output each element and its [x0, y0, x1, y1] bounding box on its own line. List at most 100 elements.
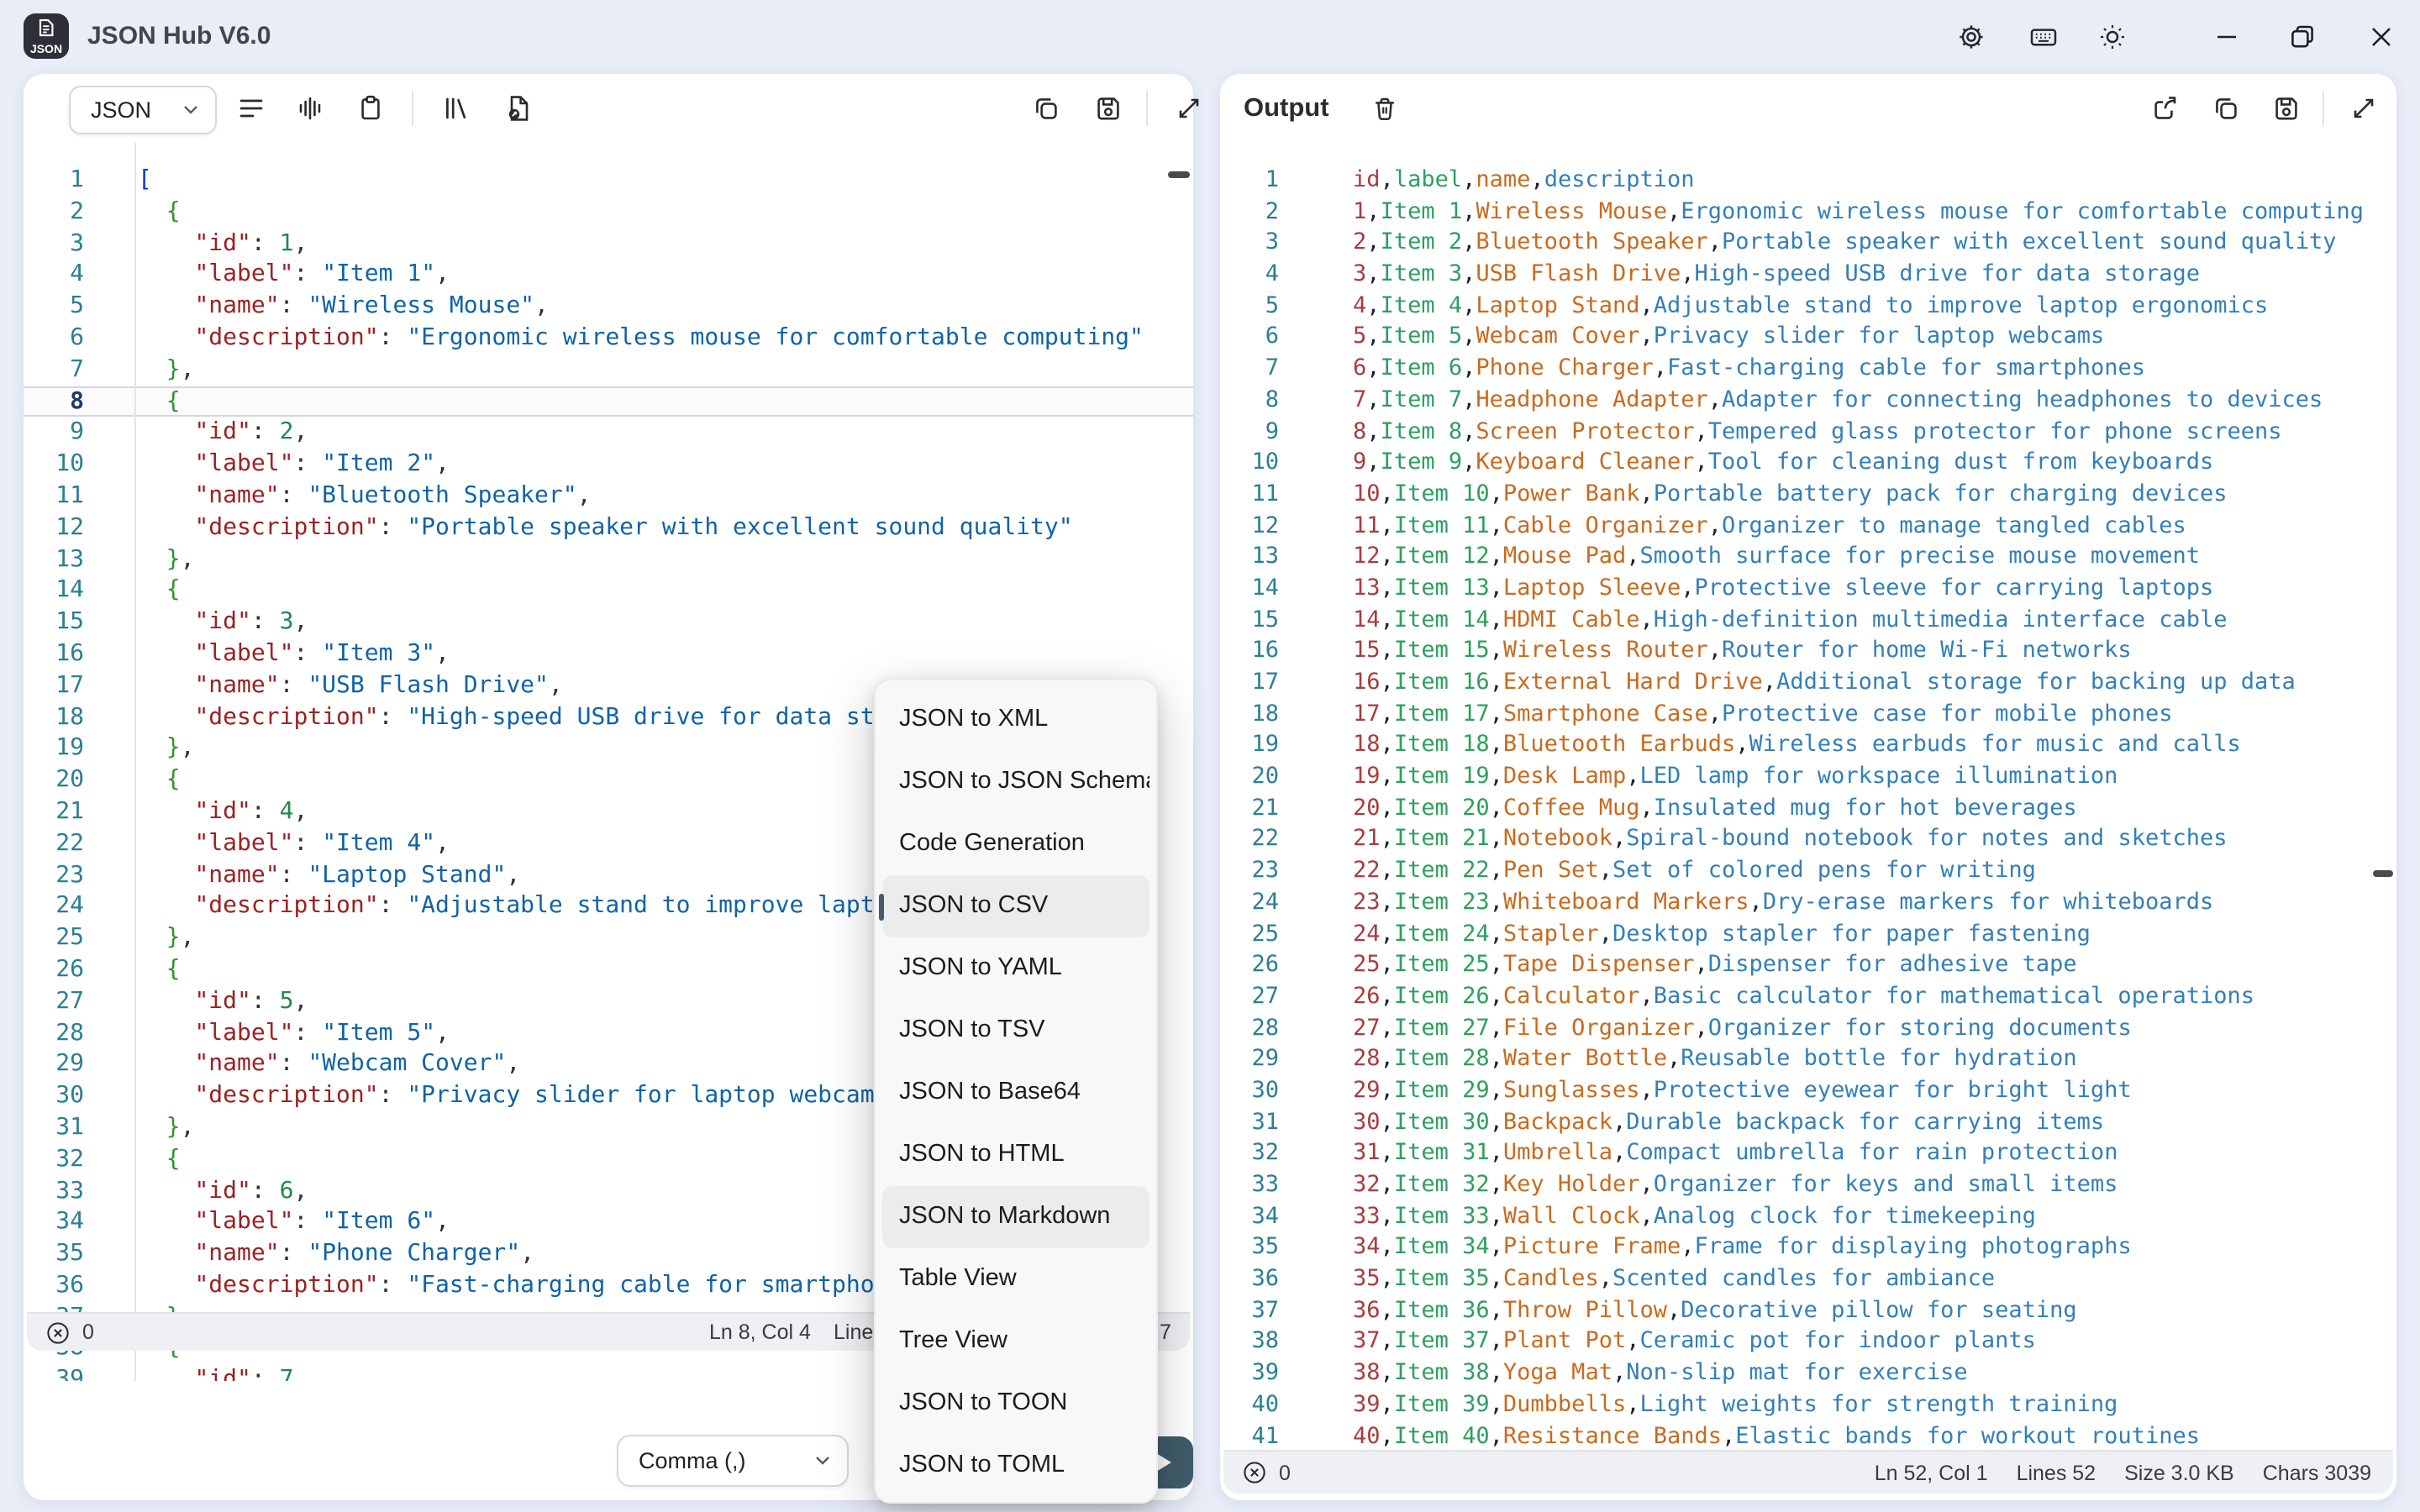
right-status-bar: 0 Ln 52, Col 1 Lines 52 Size 3.0 KB Char… — [1223, 1450, 2393, 1494]
format-document-icon[interactable] — [235, 92, 267, 124]
code-line: 8 { — [24, 386, 1193, 417]
csv-row: 43,Item 3,USB Flash Drive,High-speed USB… — [1220, 259, 2396, 290]
paste-clipboard-icon[interactable] — [355, 92, 387, 124]
format-select-value: JSON — [91, 97, 151, 123]
toolbar-divider — [2323, 91, 2324, 126]
output-toolbar: Output — [1220, 74, 2396, 143]
csv-row: 3938,Item 38,Yoga Mat,Non-slip mat for e… — [1220, 1357, 2396, 1389]
csv-row: 2221,Item 21,Notebook,Spiral-bound noteb… — [1220, 824, 2396, 855]
csv-row: 87,Item 7,Headphone Adapter,Adapter for … — [1220, 385, 2396, 416]
chars-tail-partial: 7 — [1160, 1314, 1171, 1351]
csv-row: 2423,Item 23,Whiteboard Markers,Dry-eras… — [1220, 887, 2396, 918]
delimiter-select[interactable]: Comma (,) — [617, 1435, 849, 1487]
code-line: 14 { — [24, 575, 1193, 607]
menu-item-json-to-tsv[interactable]: JSON to TSV — [882, 1000, 1150, 1062]
csv-row: 4140,Item 40,Resistance Bands,Elastic ba… — [1220, 1420, 2396, 1450]
chevron-down-icon — [183, 104, 198, 116]
close-window-button[interactable] — [2366, 22, 2396, 52]
csv-row: 3837,Item 37,Plant Pot,Ceramic pot for i… — [1220, 1326, 2396, 1357]
svg-text:JSON: JSON — [30, 42, 62, 55]
csv-row: 109,Item 9,Keyboard Cleaner,Tool for cle… — [1220, 447, 2396, 478]
chevron-down-icon — [815, 1455, 830, 1467]
csv-row: 2322,Item 22,Pen Set,Set of colored pens… — [1220, 855, 2396, 886]
left-scrollbar-thumb[interactable] — [1168, 171, 1190, 177]
csv-row: 3332,Item 32,Key Holder,Organizer for ke… — [1220, 1169, 2396, 1200]
cursor-position: Ln 52, Col 1 — [1875, 1461, 1988, 1484]
menu-item-json-to-toml[interactable]: JSON to TOML — [882, 1435, 1150, 1497]
copy-input-icon[interactable] — [1030, 92, 1062, 124]
menu-item-code-generation[interactable]: Code Generation — [882, 813, 1150, 875]
library-icon[interactable] — [440, 92, 472, 124]
app-logo-icon: JSON — [24, 13, 69, 59]
code-line: 12 "description": "Portable speaker with… — [24, 512, 1193, 544]
app-title: JSON Hub V6.0 — [87, 0, 271, 74]
csv-row: 1514,Item 14,HDMI Cable,High-definition … — [1220, 604, 2396, 635]
line-count: Lines 52 — [2017, 1461, 2096, 1484]
csv-row: 98,Item 8,Screen Protector,Tempered glas… — [1220, 416, 2396, 447]
menu-item-json-to-csv[interactable]: JSON to CSV — [882, 875, 1150, 937]
code-line: 16 "label": "Item 3", — [24, 638, 1193, 670]
csv-row: 1211,Item 11,Cable Organizer,Organizer t… — [1220, 510, 2396, 541]
code-line: 3 "id": 1, — [24, 228, 1193, 260]
titlebar: JSON JSON Hub V6.0 — [0, 0, 2420, 74]
app-window: JSON JSON Hub V6.0 — [0, 0, 2420, 1512]
right-scrollbar-thumb[interactable] — [2373, 870, 2393, 876]
clear-output-trash-icon[interactable] — [1370, 94, 1402, 126]
expand-input-icon[interactable] — [1173, 92, 1205, 124]
csv-row: 1312,Item 12,Mouse Pad,Smooth surface fo… — [1220, 542, 2396, 573]
menu-item-tree-view[interactable]: Tree View — [882, 1310, 1150, 1373]
csv-row: 2625,Item 25,Tape Dispenser,Dispenser fo… — [1220, 949, 2396, 980]
csv-row: 2726,Item 26,Calculator,Basic calculator… — [1220, 981, 2396, 1012]
menu-item-json-to-xml[interactable]: JSON to XML — [882, 689, 1150, 751]
code-line: 7 }, — [24, 354, 1193, 386]
theme-sun-icon[interactable] — [2097, 22, 2128, 52]
toolbar-divider — [1146, 91, 1148, 126]
save-output-icon[interactable] — [2270, 92, 2302, 124]
csv-row: 2019,Item 19,Desk Lamp,LED lamp for work… — [1220, 761, 2396, 792]
csv-row: 2928,Item 28,Water Bottle,Reusable bottl… — [1220, 1044, 2396, 1075]
share-output-icon[interactable] — [2149, 92, 2181, 124]
csv-row: 76,Item 6,Phone Charger,Fast-charging ca… — [1220, 353, 2396, 384]
copy-output-icon[interactable] — [2210, 92, 2242, 124]
code-line: 4 "label": "Item 1", — [24, 260, 1193, 291]
size-info: Size 3.0 KB — [2124, 1461, 2234, 1484]
compact-icon[interactable] — [294, 92, 326, 124]
code-line: 15 "id": 3, — [24, 606, 1193, 638]
char-count: Chars 3039 — [2263, 1461, 2371, 1484]
delimiter-select-value: Comma (,) — [639, 1448, 746, 1473]
lines-label-partial: Line — [834, 1314, 873, 1351]
menu-item-table-view[interactable]: Table View — [882, 1248, 1150, 1310]
code-line: 10 "label": "Item 2", — [24, 449, 1193, 480]
csv-row: 1716,Item 16,External Hard Drive,Additio… — [1220, 667, 2396, 698]
code-line: 1[ — [24, 165, 1193, 197]
format-select[interactable]: JSON — [69, 86, 217, 134]
menu-item-json-to-html[interactable]: JSON to HTML — [882, 1124, 1150, 1186]
csv-row: 2524,Item 24,Stapler,Desktop stapler for… — [1220, 918, 2396, 949]
load-file-icon[interactable] — [502, 92, 534, 124]
code-line: 9 "id": 2, — [24, 417, 1193, 449]
restore-window-button[interactable] — [2287, 22, 2317, 52]
csv-output-editor[interactable]: 1id,label,name,description21,Item 1,Wire… — [1220, 143, 2396, 1450]
menu-item-json-to-markdown[interactable]: JSON to Markdown — [882, 1186, 1150, 1248]
csv-row: 2120,Item 20,Coffee Mug,Insulated mug fo… — [1220, 793, 2396, 824]
save-input-icon[interactable] — [1092, 92, 1124, 124]
menu-item-json-to-yaml[interactable]: JSON to YAML — [882, 937, 1150, 1000]
settings-gear-icon[interactable] — [1956, 22, 1986, 52]
csv-row: 1110,Item 10,Power Bank,Portable battery… — [1220, 479, 2396, 510]
conversion-menu: JSON to XMLJSON to JSON SchemaCode Gener… — [874, 679, 1158, 1504]
output-title: Output — [1244, 74, 1329, 143]
menu-item-json-to-base64[interactable]: JSON to Base64 — [882, 1062, 1150, 1124]
expand-output-icon[interactable] — [2348, 92, 2380, 124]
csv-row: 3635,Item 35,Candles,Scented candles for… — [1220, 1263, 2396, 1294]
left-toolbar: JSON — [24, 74, 1193, 143]
csv-row: 3534,Item 34,Picture Frame,Frame for dis… — [1220, 1232, 2396, 1263]
error-count: 0 — [1279, 1461, 1291, 1484]
error-count-icon — [45, 1320, 71, 1345]
csv-row: 1413,Item 13,Laptop Sleeve,Protective sl… — [1220, 573, 2396, 604]
menu-item-json-to-toon[interactable]: JSON to TOON — [882, 1373, 1150, 1435]
keyboard-icon[interactable] — [2028, 22, 2059, 52]
minimize-button[interactable] — [2212, 22, 2242, 52]
toolbar-divider — [412, 91, 413, 126]
menu-item-json-to-json-schema[interactable]: JSON to JSON Schema — [882, 751, 1150, 813]
output-panel: Output — [1220, 74, 2396, 1500]
